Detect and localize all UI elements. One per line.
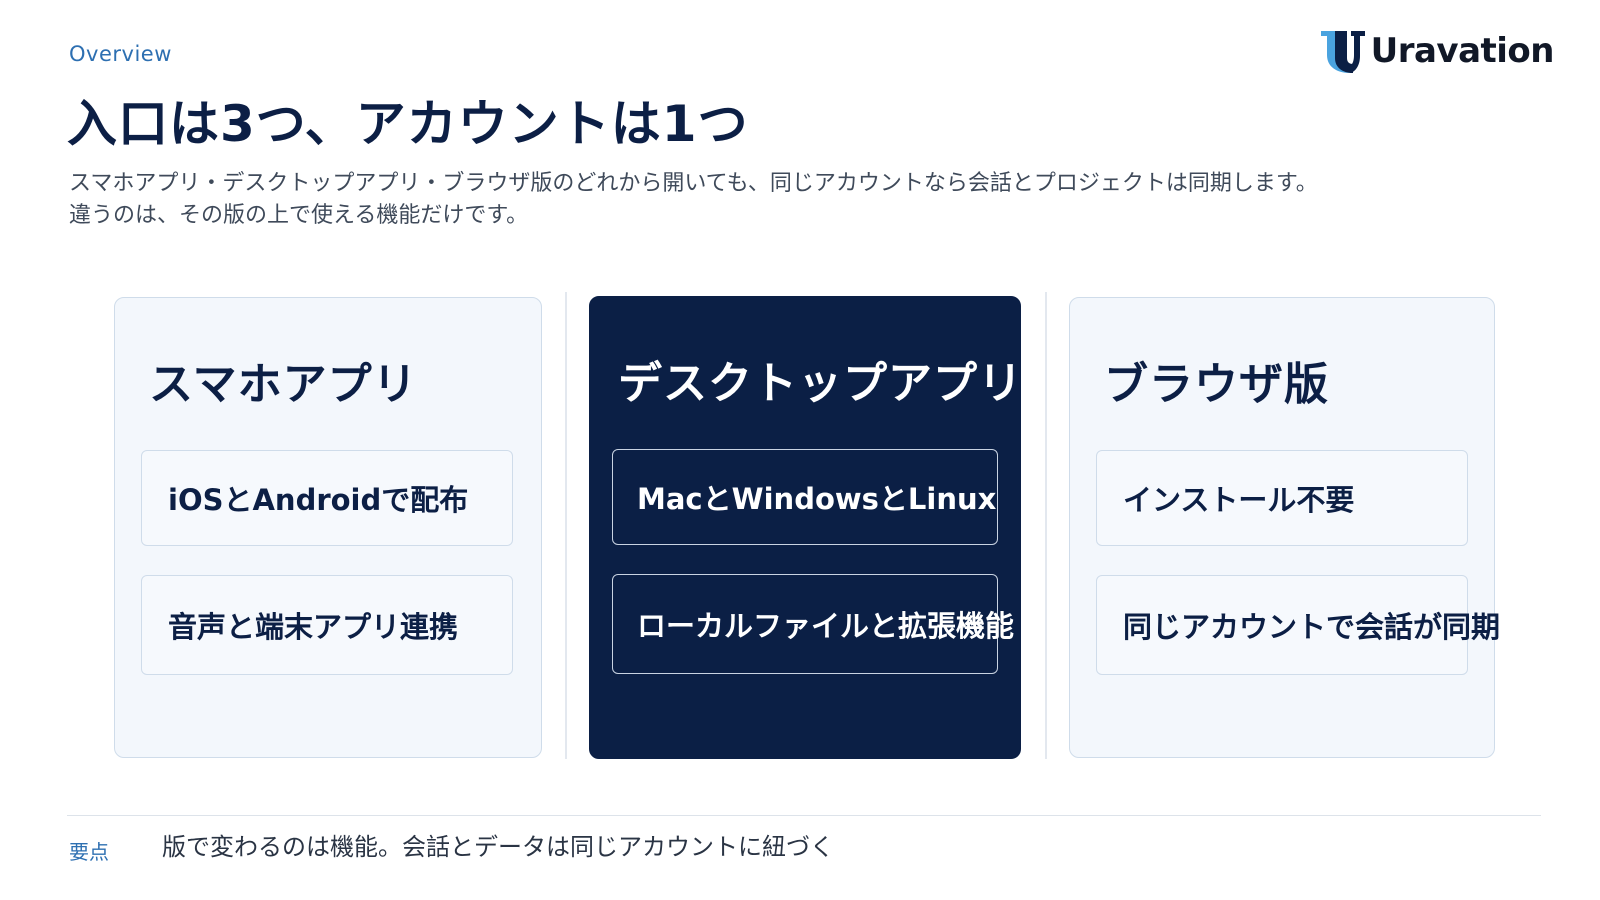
divider [1045,292,1047,759]
page-title: 入口は3つ、アカウントは1つ [67,95,749,153]
card-smartphone-app: スマホアプリ iOSとAndroidで配布 音声と端末アプリ連携 [114,297,542,758]
card-desktop-app: デスクトップアプリ MacとWindowsとLinux ローカルファイルと拡張機… [589,296,1023,759]
feature-item: 同じアカウントで会話が同期 [1096,575,1500,675]
feature-item: 音声と端末アプリ連携 [141,575,513,675]
lead-line-1: スマホアプリ・デスクトップアプリ・ブラウザ版のどれから開いても、同じアカウントな… [69,171,1318,196]
card-title: デスクトップアプリ [618,358,1023,409]
footer-divider [67,815,1541,816]
card-title: ブラウザ版 [1104,359,1329,410]
feature-item: ローカルファイルと拡張機能 [612,574,1014,674]
summary-text: 版で変わるのは機能。会話とデータは同じアカウントに紐づく [162,833,834,861]
lead-paragraph: スマホアプリ・デスクトップアプリ・ブラウザ版のどれから開いても、同じアカウントな… [69,168,1529,232]
brand-logo: Uravation [1317,28,1555,74]
divider [565,292,567,759]
section-eyebrow: Overview [69,42,172,66]
card-browser-version: ブラウザ版 インストール不要 同じアカウントで会話が同期 [1069,297,1500,758]
uravation-logo-mark-icon [1317,28,1369,74]
card-title: スマホアプリ [149,359,418,410]
slide: Overview Uravation 入口は3つ、アカウントは1つ スマホアプリ… [0,0,1600,900]
feature-item: インストール不要 [1096,450,1468,546]
feature-item: iOSとAndroidで配布 [141,450,513,546]
brand-name: Uravation [1370,31,1555,71]
summary-label: 要点 [69,840,109,864]
feature-item: MacとWindowsとLinux [612,449,998,545]
lead-line-2: 違うのは、その版の上で使える機能だけです。 [69,203,529,228]
entry-cards: スマホアプリ iOSとAndroidで配布 音声と端末アプリ連携 デスクトップア… [114,292,1500,760]
